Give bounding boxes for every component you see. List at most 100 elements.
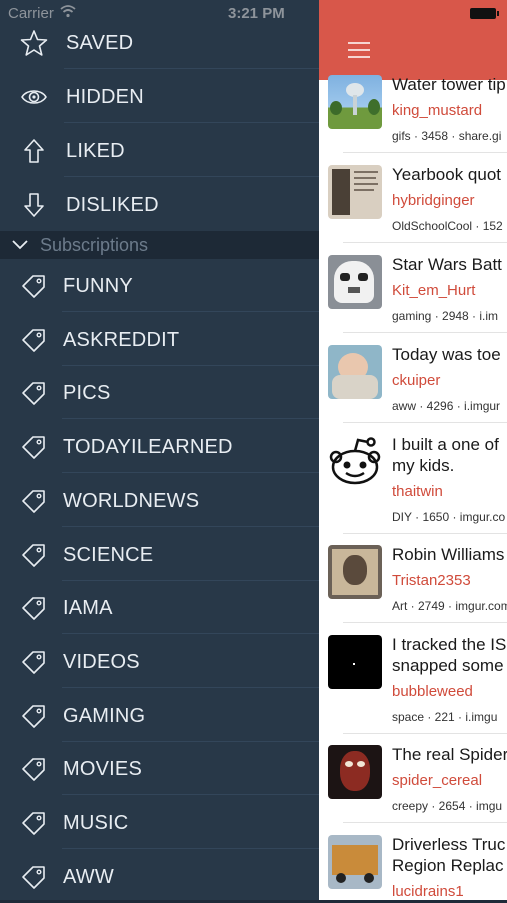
post-title[interactable]: Star Wars Batt bbox=[392, 254, 502, 275]
post-thumbnail[interactable] bbox=[328, 75, 382, 129]
subscription-item-askreddit[interactable]: ASKREDDIT bbox=[0, 312, 319, 366]
post-separator bbox=[343, 242, 507, 243]
tag-icon bbox=[20, 487, 48, 515]
subscription-label: FUNNY bbox=[63, 275, 133, 297]
menu-item-label: LIKED bbox=[66, 140, 125, 162]
post-item[interactable]: I tracked the IS snapped some bubbleweed sp… bbox=[319, 630, 507, 740]
post-title[interactable]: Robin Williams bbox=[392, 544, 504, 565]
post-thumbnail[interactable] bbox=[328, 165, 382, 219]
post-author[interactable]: bubbleweed bbox=[392, 683, 473, 700]
subscription-label: IAMA bbox=[63, 597, 113, 620]
subscription-item-todayilearned[interactable]: TODAYILEARNED bbox=[0, 419, 319, 474]
post-item[interactable]: Driverless Truc Region Replac lucidrains1 bbox=[319, 830, 507, 900]
tag-icon bbox=[20, 755, 48, 783]
post-meta: gaming · 2948 · i.im bbox=[392, 309, 499, 323]
status-time: 3:21 PM bbox=[228, 5, 285, 22]
post-author[interactable]: hybridginger bbox=[392, 192, 475, 209]
post-author[interactable]: Kit_em_Hurt bbox=[392, 282, 475, 299]
battery-icon bbox=[470, 8, 499, 19]
post-title[interactable]: Yearbook quot bbox=[392, 164, 501, 185]
subscription-label: ASKREDDIT bbox=[63, 328, 180, 351]
subscription-label: WORLDNEWS bbox=[63, 489, 200, 512]
post-title[interactable]: Today was toe bbox=[392, 344, 501, 365]
subscription-label: TODAYILEARNED bbox=[63, 436, 233, 459]
post-meta: DIY · 1650 · imgur.co bbox=[392, 510, 506, 524]
subscription-item-iama[interactable]: IAMA bbox=[0, 580, 319, 635]
post-author[interactable]: thaitwin bbox=[392, 483, 443, 500]
hamburger-menu-icon[interactable] bbox=[348, 42, 370, 60]
post-thumbnail[interactable] bbox=[328, 345, 382, 399]
post-title[interactable]: The real Spider bbox=[392, 744, 507, 765]
post-meta: gifs · 3458 · share.gi bbox=[392, 129, 502, 143]
post-thumbnail[interactable] bbox=[328, 745, 382, 799]
post-title[interactable]: I tracked the IS bbox=[392, 634, 506, 655]
feed-panel[interactable]: Water tower tip king_mustardgifs · 3458 ·… bbox=[319, 0, 507, 900]
tag-icon bbox=[20, 648, 48, 676]
post-thumbnail[interactable] bbox=[328, 545, 382, 599]
post-title[interactable]: Water tower tip bbox=[392, 74, 506, 95]
post-item[interactable]: Star Wars Batt Kit_em_Hurtgaming · 2948 ·… bbox=[319, 250, 507, 340]
subscription-item-worldnews[interactable]: WORLDNEWS bbox=[0, 473, 319, 527]
menu-item-disliked[interactable]: DISLIKED bbox=[0, 177, 319, 231]
post-author[interactable]: lucidrains1 bbox=[392, 883, 464, 900]
post-thumbnail[interactable] bbox=[328, 435, 382, 489]
post-item[interactable]: I built a one of my kids. thaitwin DIY · 16… bbox=[319, 430, 507, 540]
post-separator bbox=[343, 152, 507, 153]
subscription-item-aww[interactable]: AWW bbox=[0, 849, 319, 903]
subscription-item-pics[interactable]: PICS bbox=[0, 365, 319, 420]
subscription-item-music[interactable]: MUSIC bbox=[0, 795, 319, 849]
post-item[interactable]: Robin Williams Tristan2353 Art · 2749 · im… bbox=[319, 540, 507, 630]
tag-icon bbox=[20, 594, 48, 622]
post-thumbnail[interactable] bbox=[328, 255, 382, 309]
post-meta: space · 221 · i.imgu bbox=[392, 710, 498, 724]
subscription-label: VIDEOS bbox=[63, 650, 140, 673]
subscription-item-gaming[interactable]: GAMING bbox=[0, 688, 319, 742]
post-thumbnail[interactable] bbox=[328, 835, 382, 889]
menu-item-label: HIDDEN bbox=[66, 86, 144, 108]
post-separator bbox=[343, 822, 507, 823]
arrow-up-icon bbox=[24, 139, 44, 163]
post-thumbnail[interactable] bbox=[328, 635, 382, 689]
tag-icon bbox=[20, 702, 48, 730]
post-separator bbox=[343, 533, 507, 534]
post-author[interactable]: Tristan2353 bbox=[392, 572, 471, 589]
subscription-item-science[interactable]: SCIENCE bbox=[0, 527, 319, 581]
post-item[interactable]: Water tower tip king_mustardgifs · 3458 ·… bbox=[319, 70, 507, 160]
wifi-icon bbox=[60, 5, 76, 18]
subscription-label: AWW bbox=[63, 865, 114, 888]
post-separator bbox=[343, 332, 507, 333]
post-meta: creepy · 2654 · imgu bbox=[392, 799, 503, 813]
subscription-label: MOVIES bbox=[63, 758, 142, 781]
menu-item-hidden[interactable]: HIDDEN bbox=[0, 69, 319, 123]
post-item[interactable]: Yearbook quot hybridginger OldSchoolCool ·… bbox=[319, 160, 507, 250]
menu-item-label: DISLIKED bbox=[66, 194, 159, 216]
post-separator bbox=[343, 733, 507, 734]
post-meta: Art · 2749 · imgur.com bbox=[392, 599, 507, 613]
side-menu: SAVED HIDDEN LIKED DISLIKED Subscription… bbox=[0, 0, 319, 900]
post-title-line2[interactable]: snapped some bbox=[392, 655, 504, 676]
tag-icon bbox=[20, 541, 48, 569]
subscriptions-header-label: Subscriptions bbox=[40, 235, 149, 255]
post-title-line2[interactable]: my kids. bbox=[392, 455, 454, 476]
post-title[interactable]: Driverless Truc bbox=[392, 834, 505, 855]
post-title-line2[interactable]: Region Replac bbox=[392, 855, 504, 876]
post-separator bbox=[343, 622, 507, 623]
post-item[interactable]: Today was toe ckuiper aww · 4296 · i.imgur bbox=[319, 340, 507, 430]
subscription-label: SCIENCE bbox=[63, 543, 154, 566]
subscriptions-header[interactable]: Subscriptions bbox=[0, 231, 319, 259]
post-title[interactable]: I built a one of bbox=[392, 434, 499, 455]
post-author[interactable]: king_mustard bbox=[392, 102, 482, 119]
subscription-item-videos[interactable]: VIDEOS bbox=[0, 634, 319, 688]
subscription-item-funny[interactable]: FUNNY bbox=[0, 258, 319, 312]
post-separator bbox=[343, 422, 507, 423]
post-author[interactable]: spider_cereal bbox=[392, 772, 482, 789]
star-icon bbox=[20, 30, 48, 56]
arrow-down-icon bbox=[24, 193, 44, 217]
tag-icon bbox=[20, 272, 48, 300]
menu-item-liked[interactable]: LIKED bbox=[0, 123, 319, 177]
subscription-label: GAMING bbox=[63, 704, 146, 727]
subscription-item-movies[interactable]: MOVIES bbox=[0, 741, 319, 796]
menu-item-label: SAVED bbox=[66, 32, 134, 54]
post-author[interactable]: ckuiper bbox=[392, 372, 440, 389]
post-item[interactable]: The real Spider spider_cerealcreepy · 265… bbox=[319, 740, 507, 830]
